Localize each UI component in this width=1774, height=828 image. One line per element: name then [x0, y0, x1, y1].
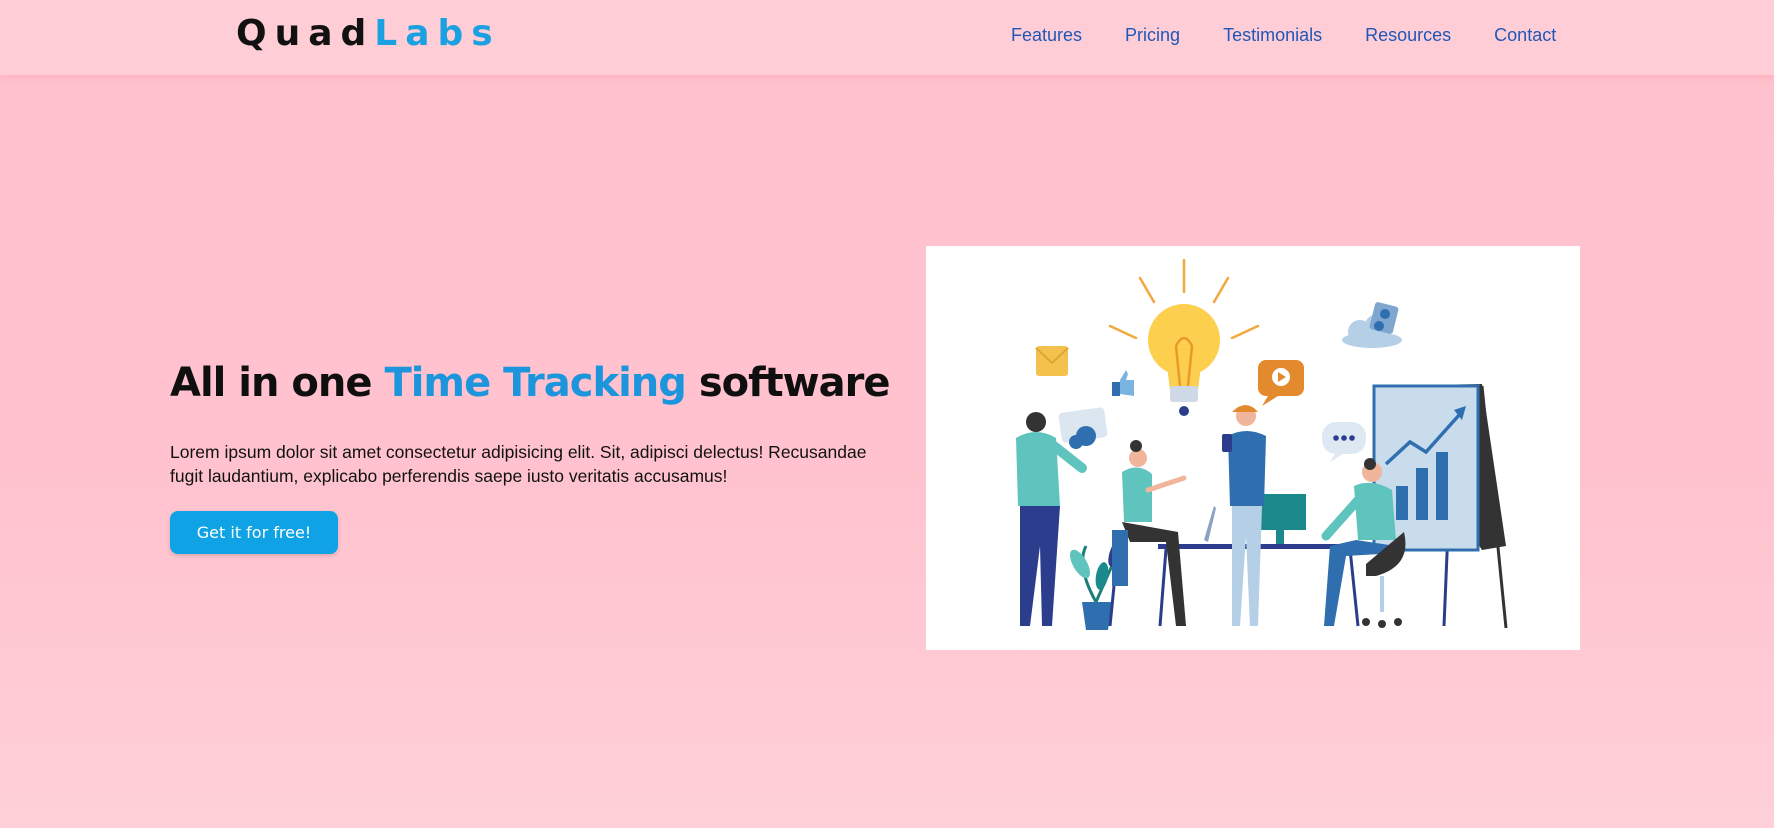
- person-standing-left: [1016, 407, 1108, 626]
- logo-text-quad: Quad: [236, 13, 375, 54]
- logo-text-labs: Labs: [374, 13, 501, 54]
- logo[interactable]: QuadLabs: [236, 12, 501, 56]
- hero-illustration: [926, 246, 1580, 650]
- hero-title-before: All in one: [170, 360, 385, 406]
- hero-title: All in one Time Tracking software: [170, 358, 891, 408]
- nav-link-pricing[interactable]: Pricing: [1125, 22, 1180, 48]
- nav-link-contact[interactable]: Contact: [1494, 22, 1556, 48]
- typing-bubble-icon: [1322, 422, 1366, 462]
- growth-chart-icon: [1372, 384, 1508, 629]
- video-chat-icon: [1258, 360, 1304, 406]
- site-header: QuadLabs Features Pricing Testimonials R…: [0, 0, 1774, 75]
- nav-link-testimonials[interactable]: Testimonials: [1223, 22, 1322, 48]
- team-illustration: [1016, 258, 1508, 630]
- thumbs-up-icon: [1112, 370, 1134, 396]
- nav-link-resources[interactable]: Resources: [1365, 22, 1451, 48]
- get-it-free-button[interactable]: Get it for free!: [170, 511, 338, 554]
- nav-link-features[interactable]: Features: [1011, 22, 1082, 48]
- hero-title-highlight: Time Tracking: [384, 360, 686, 406]
- person-standing-middle: [1222, 405, 1266, 626]
- cloud-user-icon: [1342, 302, 1402, 348]
- main-nav: Features Pricing Testimonials Resources …: [1011, 22, 1556, 48]
- hero-title-after: software: [685, 360, 891, 406]
- hero-description: Lorem ipsum dolor sit amet consectetur a…: [170, 442, 867, 486]
- mail-icon: [1035, 346, 1069, 376]
- person-sitting-woman: [1108, 440, 1187, 627]
